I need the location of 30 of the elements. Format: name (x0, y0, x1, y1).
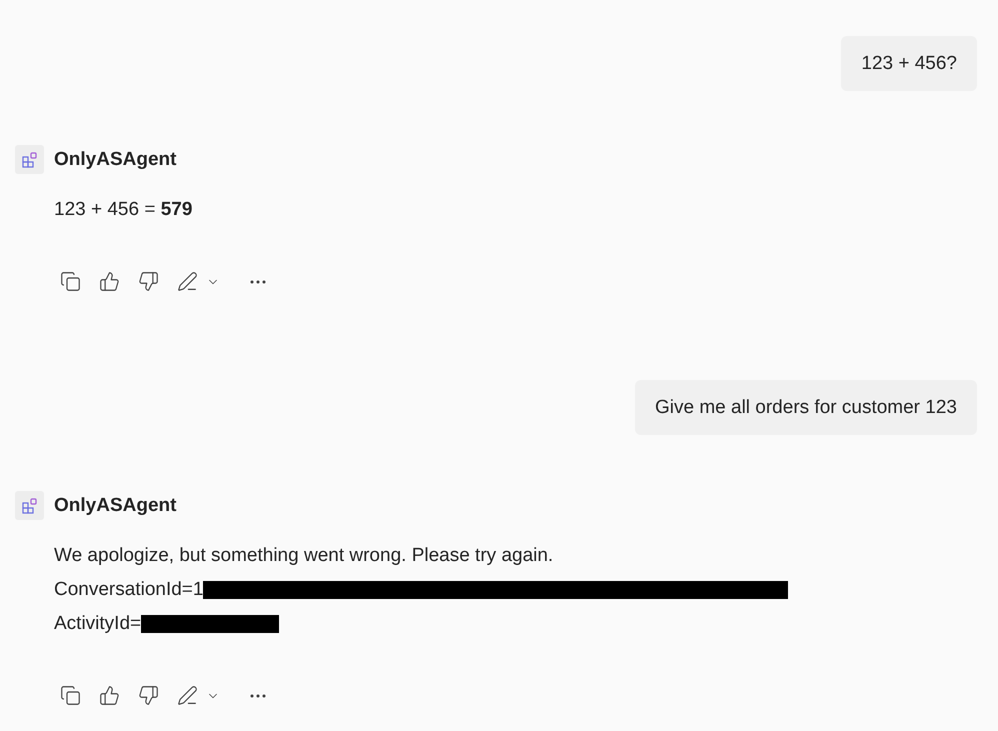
thumbs-down-button[interactable] (138, 271, 159, 292)
agent-name: OnlyASAgent (54, 148, 176, 170)
copy-icon (60, 685, 81, 706)
thumbs-up-icon (99, 685, 120, 706)
message-text: 123 + 456 = 579 (54, 198, 192, 221)
agent-name: OnlyASAgent (54, 494, 176, 516)
thumbs-down-icon (138, 271, 159, 292)
user-message: 123 + 456? (841, 36, 977, 91)
copy-button[interactable] (60, 685, 81, 706)
thumbs-up-icon (99, 271, 120, 292)
pen-button[interactable] (177, 271, 198, 292)
more-button[interactable] (250, 280, 266, 284)
more-button[interactable] (250, 694, 266, 698)
message-text: ActivityId= (54, 612, 142, 635)
pen-icon (177, 685, 198, 706)
copy-icon (60, 271, 81, 292)
thumbs-up-button[interactable] (99, 685, 120, 706)
message-text: ConversationId=1 (54, 578, 204, 601)
thumbs-up-button[interactable] (99, 271, 120, 292)
message-text: We apologize, but something went wrong. Please try again. (54, 544, 554, 567)
apps-icon (22, 152, 38, 168)
thumbs-down-button[interactable] (138, 685, 159, 706)
pen-button[interactable] (177, 685, 198, 706)
thumbs-down-icon (138, 685, 159, 706)
copy-button[interactable] (60, 271, 81, 292)
more-icon (250, 694, 266, 698)
user-message: Give me all orders for customer 123 (634, 380, 977, 435)
pen-icon (177, 271, 198, 292)
more-icon (250, 280, 266, 284)
apps-icon (22, 498, 38, 514)
